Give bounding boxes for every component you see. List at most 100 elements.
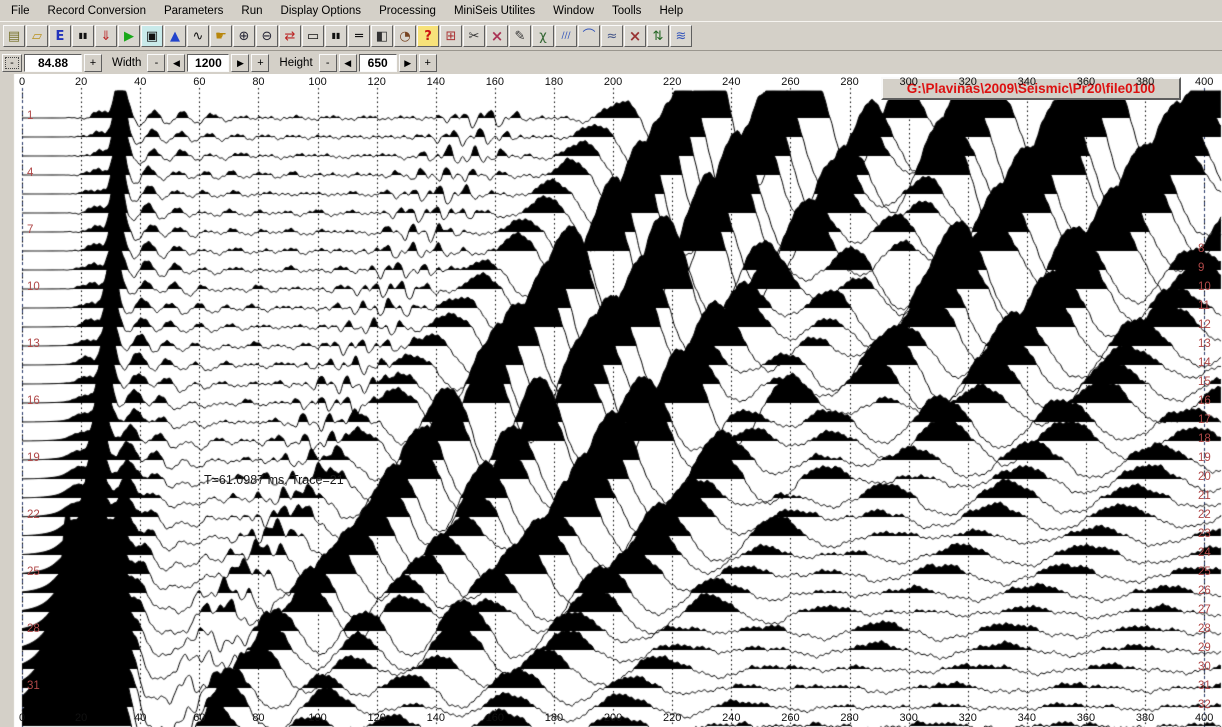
zoom-out-icon[interactable]: ⊖ <box>256 25 278 47</box>
menu-item-processing[interactable]: Processing <box>370 2 445 20</box>
trace-number-right-13: 13 <box>1198 338 1220 350</box>
time-tick-bottom-200: 200 <box>598 712 628 724</box>
trace-number-right-8: 8 <box>1198 243 1220 255</box>
time-tick-top-340: 340 <box>1012 76 1042 88</box>
time-tick-top-400: 400 <box>1189 76 1219 88</box>
time-tick-bottom-240: 240 <box>716 712 746 724</box>
time-tick-bottom-140: 140 <box>421 712 451 724</box>
trace-number-right-19: 19 <box>1198 452 1220 464</box>
seismic-display-panel[interactable]: G:\Plavinas\2009\Seismic\Pr20\file0100 T… <box>0 74 1222 727</box>
menu-item-help[interactable]: Help <box>650 2 692 20</box>
width-plus-button[interactable]: + <box>251 54 269 72</box>
cross-spread-icon[interactable]: × <box>624 25 646 47</box>
menu-item-record-conversion[interactable]: Record Conversion <box>39 2 155 20</box>
menu-item-window[interactable]: Window <box>544 2 603 20</box>
height-plus-button[interactable]: + <box>419 54 437 72</box>
filter-curves-icon[interactable]: ∕∕∕ <box>555 25 577 47</box>
pause-bars-icon[interactable]: ▮▮ <box>325 25 347 47</box>
gain-minus-button[interactable]: - <box>2 54 22 72</box>
time-tick-top-380: 380 <box>1130 76 1160 88</box>
time-tick-bottom-60: 60 <box>184 712 214 724</box>
width-value-field[interactable]: 1200 <box>187 54 229 72</box>
width-minus-button[interactable]: - <box>147 54 165 72</box>
cut-traces-icon[interactable]: ✂ <box>463 25 485 47</box>
menu-item-parameters[interactable]: Parameters <box>155 2 232 20</box>
trace-number-right-25: 25 <box>1198 566 1220 578</box>
stop-frame-icon[interactable]: ▣ <box>141 25 163 47</box>
trace-number-right-11: 11 <box>1198 300 1220 312</box>
zoom-in-icon[interactable]: ⊕ <box>233 25 255 47</box>
time-tick-top-200: 200 <box>598 76 628 88</box>
width-back-button[interactable]: ◀ <box>167 54 185 72</box>
time-tick-bottom-280: 280 <box>835 712 865 724</box>
trace-number-right-24: 24 <box>1198 547 1220 559</box>
velocity-cross-icon[interactable]: χ <box>532 25 554 47</box>
menu-item-file[interactable]: File <box>2 2 39 20</box>
run-play-icon[interactable]: ▶ <box>118 25 140 47</box>
menu-item-display-options[interactable]: Display Options <box>272 2 371 20</box>
wiggle-trace-canvas[interactable] <box>0 74 1222 727</box>
edit-header-icon[interactable]: E <box>49 25 71 47</box>
menu-item-miniseis-utilites[interactable]: MiniSeis Utilites <box>445 2 544 20</box>
export-blocks-icon[interactable]: ⊞ <box>440 25 462 47</box>
trace-number-right-22: 22 <box>1198 509 1220 521</box>
time-tick-top-0: 0 <box>7 76 37 88</box>
cross-plot-icon[interactable]: × <box>486 25 508 47</box>
menu-item-run[interactable]: Run <box>232 2 271 20</box>
stack-bars-icon[interactable]: ═ <box>348 25 370 47</box>
time-tick-bottom-80: 80 <box>243 712 273 724</box>
width-forward-button[interactable]: ▶ <box>231 54 249 72</box>
time-tick-top-120: 120 <box>362 76 392 88</box>
pie-view-icon[interactable]: ◔ <box>394 25 416 47</box>
sort-geometry-icon[interactable]: ⇅ <box>647 25 669 47</box>
height-minus-button[interactable]: - <box>319 54 337 72</box>
trace-number-right-15: 15 <box>1198 376 1220 388</box>
time-tick-top-360: 360 <box>1071 76 1101 88</box>
help-icon[interactable]: ? <box>417 25 439 47</box>
edit-picks-icon[interactable]: ✎ <box>509 25 531 47</box>
time-tick-bottom-0: 0 <box>7 712 37 724</box>
new-report-icon[interactable]: ▤ <box>3 25 25 47</box>
time-tick-bottom-40: 40 <box>125 712 155 724</box>
cursor-annotation: T=61.0987 ms, Trace=21 <box>204 473 344 487</box>
gain-curve-icon[interactable]: ⌒ <box>578 25 600 47</box>
trace-number-right-10: 10 <box>1198 281 1220 293</box>
time-tick-bottom-320: 320 <box>953 712 983 724</box>
open-file-icon[interactable]: ▱ <box>26 25 48 47</box>
reverse-traces-icon[interactable]: ⇄ <box>279 25 301 47</box>
gain-value-field[interactable]: 84.88 <box>24 54 82 72</box>
time-tick-bottom-380: 380 <box>1130 712 1160 724</box>
pan-hand-icon[interactable]: ☛ <box>210 25 232 47</box>
time-tick-bottom-400: 400 <box>1189 712 1219 724</box>
trace-number-left-22: 22 <box>27 509 47 521</box>
trace-number-right-32: 32 <box>1198 699 1220 711</box>
trace-number-right-16: 16 <box>1198 395 1220 407</box>
time-tick-bottom-260: 260 <box>775 712 805 724</box>
trace-number-right-9: 9 <box>1198 262 1220 274</box>
width-label: Width <box>112 57 141 69</box>
trace-number-right-20: 20 <box>1198 471 1220 483</box>
trace-number-left-25: 25 <box>27 566 47 578</box>
trace-number-left-31: 31 <box>27 680 47 692</box>
time-tick-top-320: 320 <box>953 76 983 88</box>
amplitude-spectrum-icon[interactable]: ▲ <box>164 25 186 47</box>
braid-traces-icon[interactable]: ≈ <box>601 25 623 47</box>
wiggle-trace-icon[interactable]: ∿ <box>187 25 209 47</box>
select-region-icon[interactable]: ▭ <box>302 25 324 47</box>
height-label: Height <box>279 57 312 69</box>
time-tick-bottom-180: 180 <box>539 712 569 724</box>
time-tick-top-60: 60 <box>184 76 214 88</box>
menu-item-toolls[interactable]: Toolls <box>603 2 650 20</box>
trace-number-right-23: 23 <box>1198 528 1220 540</box>
save-record-icon[interactable]: ⇓ <box>95 25 117 47</box>
time-tick-bottom-360: 360 <box>1071 712 1101 724</box>
height-back-button[interactable]: ◀ <box>339 54 357 72</box>
height-value-field[interactable]: 650 <box>359 54 397 72</box>
gain-plus-button[interactable]: + <box>84 54 102 72</box>
time-tick-bottom-120: 120 <box>362 712 392 724</box>
trace-number-left-16: 16 <box>27 395 47 407</box>
pause-display-icon[interactable]: ▮▮ <box>72 25 94 47</box>
height-forward-button[interactable]: ▶ <box>399 54 417 72</box>
overlay-windows-icon[interactable]: ◧ <box>371 25 393 47</box>
wave-compare-icon[interactable]: ≋ <box>670 25 692 47</box>
